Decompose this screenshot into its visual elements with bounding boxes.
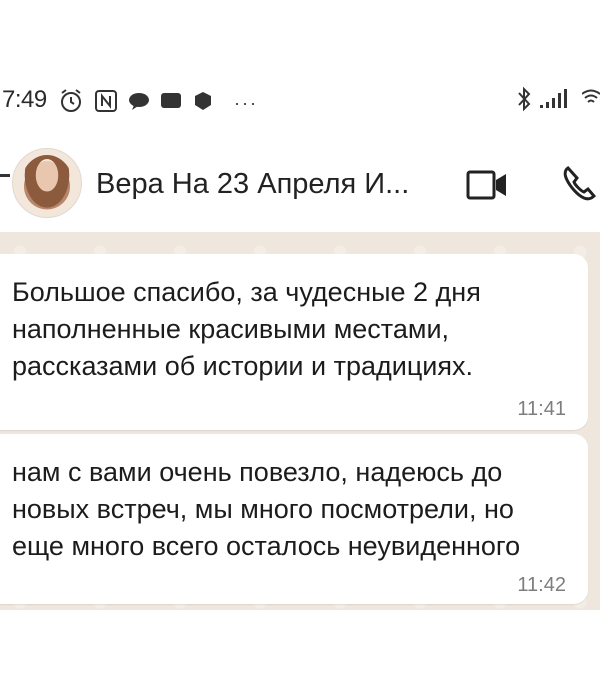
video-call-icon[interactable] (466, 168, 510, 207)
avatar[interactable] (12, 148, 82, 218)
signal-icon (540, 88, 574, 115)
message-icon (160, 91, 182, 116)
status-overflow: ··· (234, 93, 258, 113)
chat-bubble-icon (128, 91, 150, 116)
message-bubble[interactable]: Большое спасибо, за чудесные 2 дня напол… (0, 254, 588, 430)
message-text: Большое спасибо, за чудесные 2 дня напол… (12, 277, 481, 381)
wifi-icon (581, 88, 600, 115)
contact-name[interactable]: Вера На 23 Апреля И... (96, 168, 409, 201)
status-time: 7:49 (2, 86, 47, 113)
message-bubble[interactable]: нам с вами очень повезло, надеюсь до нов… (0, 434, 588, 604)
alarm-icon (58, 88, 84, 119)
message-text: нам с вами очень повезло, надеюсь до нов… (12, 457, 521, 561)
status-icons-right (516, 86, 600, 117)
message-time: 11:41 (517, 398, 566, 420)
app-icon (192, 90, 214, 117)
chat-area[interactable]: Большое спасибо, за чудесные 2 дня напол… (0, 232, 600, 610)
message-time: 11:42 (517, 574, 566, 596)
back-arrow-icon[interactable] (0, 174, 10, 177)
nfc-icon (94, 89, 118, 118)
chat-header: Вера На 23 Апреля И... (0, 146, 600, 222)
phone-call-icon[interactable] (560, 164, 600, 209)
bluetooth-icon (516, 86, 532, 117)
status-icons-left: ··· (58, 88, 258, 119)
status-bar: 7:49 ··· (0, 84, 600, 120)
